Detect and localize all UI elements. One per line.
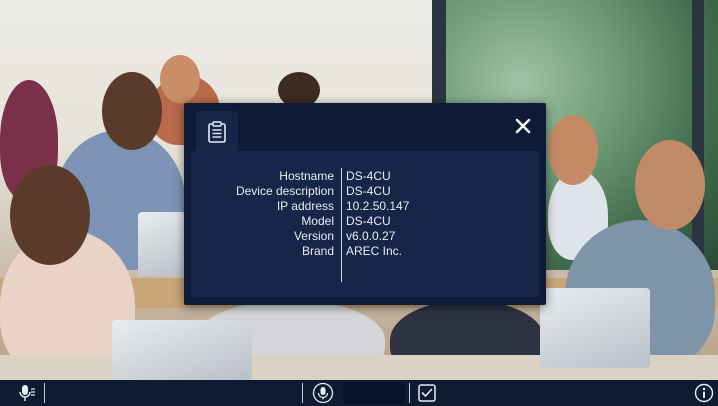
laptop <box>112 320 252 380</box>
close-button[interactable] <box>510 113 536 139</box>
toolbar-separator <box>302 383 303 403</box>
clipboard-icon <box>208 121 226 143</box>
dialog-icon-tab <box>196 111 238 151</box>
microphone-button[interactable] <box>310 380 336 406</box>
column-divider <box>341 168 342 282</box>
device-info-dialog: Hostname Device description IP address M… <box>184 103 546 305</box>
student-head <box>548 115 598 185</box>
laptop <box>540 288 650 368</box>
info-label-ip-address: IP address <box>276 199 334 213</box>
microphone-settings-button[interactable] <box>14 380 40 406</box>
info-value-device-description: DS-4CU <box>346 184 391 198</box>
close-icon <box>515 118 531 134</box>
microphone-icon <box>312 382 334 404</box>
info-label-version: Version <box>293 229 334 243</box>
info-label-brand: Brand <box>301 244 334 258</box>
bottom-toolbar <box>0 380 718 406</box>
student-head <box>635 140 705 230</box>
info-icon <box>694 383 714 403</box>
info-value-version: v6.0.0.27 <box>346 229 396 243</box>
audio-level-slot <box>343 382 405 404</box>
info-value-hostname: DS-4CU <box>346 169 391 183</box>
info-button[interactable] <box>692 380 716 406</box>
info-label-model: Model <box>301 214 334 228</box>
info-value-brand: AREC Inc. <box>346 244 403 258</box>
laptop <box>138 212 186 276</box>
info-label-hostname: Hostname <box>279 169 334 183</box>
student-head <box>160 55 200 103</box>
toolbar-separator <box>409 383 410 403</box>
info-label-device-description: Device description <box>235 184 334 198</box>
info-value-column: DS-4CU DS-4CU 10.2.50.147 DS-4CU v6.0.0.… <box>346 169 536 259</box>
toolbar-separator <box>44 383 45 403</box>
device-info-panel: Hostname Device description IP address M… <box>191 151 539 297</box>
microphone-settings-icon <box>19 385 35 401</box>
checklist-icon <box>418 384 436 402</box>
info-value-model: DS-4CU <box>346 214 391 228</box>
info-value-ip-address: 10.2.50.147 <box>346 199 410 213</box>
student-head <box>102 72 162 150</box>
info-label-column: Hostname Device description IP address M… <box>191 169 334 259</box>
student-head <box>10 165 90 265</box>
checklist-button[interactable] <box>414 380 440 406</box>
dialog-header <box>184 103 546 151</box>
